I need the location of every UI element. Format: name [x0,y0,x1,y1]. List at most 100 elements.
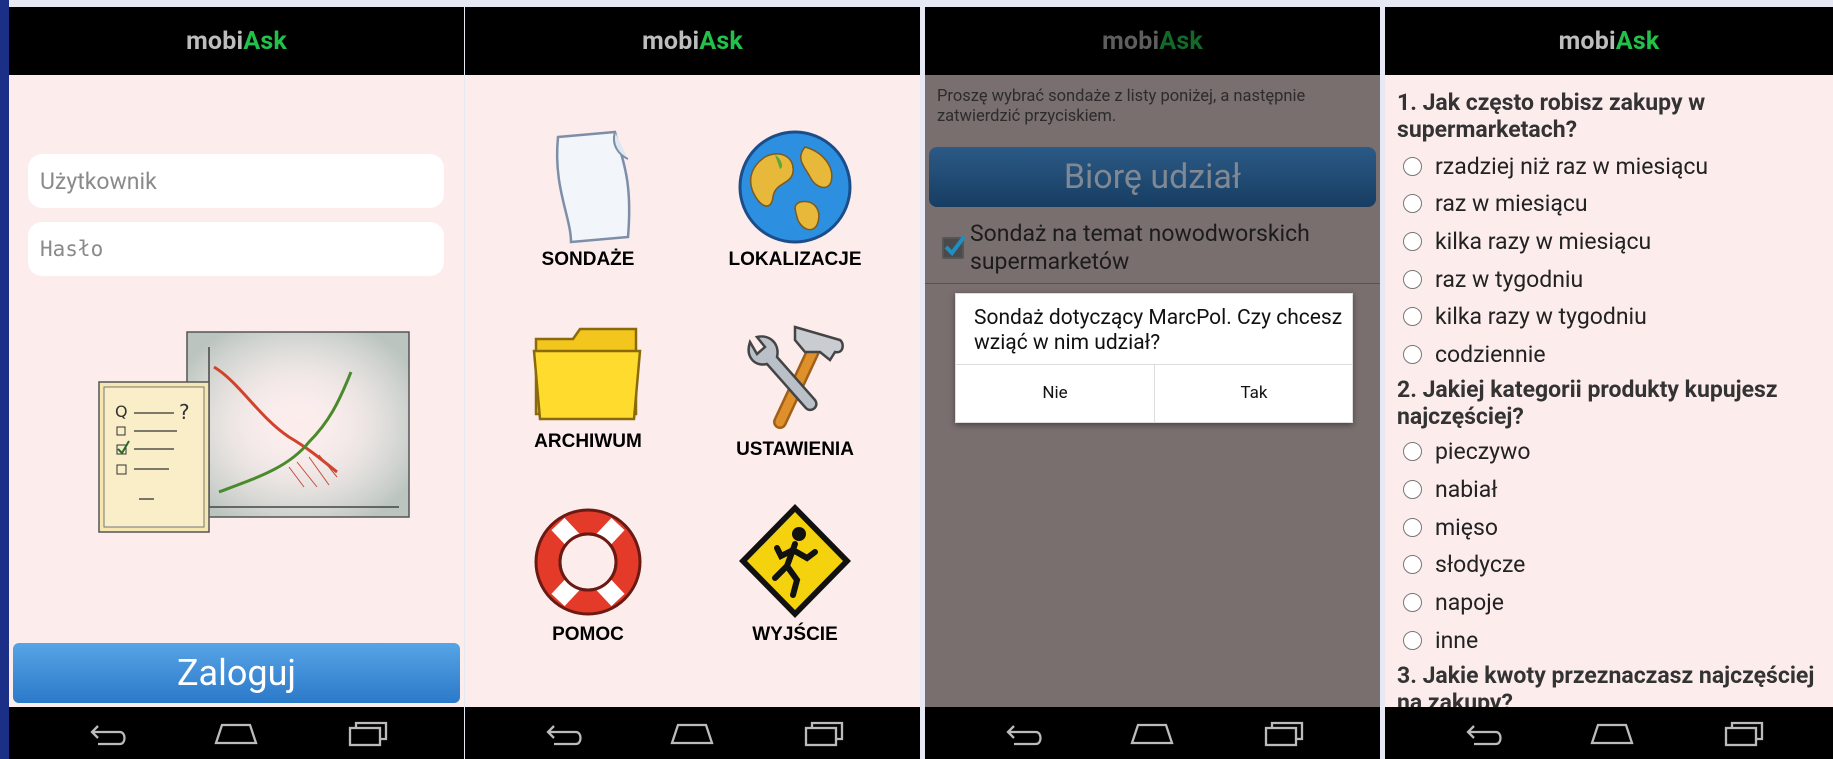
menu-label: SONDAŻE [541,249,635,270]
back-icon[interactable] [1460,717,1508,749]
answer-label: kilka razy w miesiącu [1435,227,1652,255]
survey-item-label[interactable]: Sondaż na temat nowodworskich supermarke… [970,220,1370,276]
answer-label: napoje [1435,588,1504,616]
brand-mobi: mobi [1102,26,1160,56]
answer-option[interactable]: napoje [1403,587,1504,617]
radio-button[interactable] [1403,193,1422,213]
home-icon[interactable] [1588,717,1636,749]
menu-label: ARCHIWUM [534,431,642,452]
nav-bar [465,707,920,759]
app-bar: mobi Ask [925,7,1380,75]
radio-button[interactable] [1403,344,1422,364]
nav-bar [1385,707,1833,759]
dialog-no-button[interactable]: Nie [956,364,1154,422]
menu-label: USTAWIENIA [736,439,854,460]
radio-button[interactable] [1403,269,1422,289]
login-screen: mobi Ask Użytkownik Hasło Q ? Zaloguj [9,7,464,759]
paper-icon [555,130,631,244]
participate-button[interactable]: Biorę udział [929,147,1376,207]
folder-icon [532,327,642,421]
confirm-dialog: Sondaż dotyczący MarcPol. Czy chcesz wzi… [955,293,1353,423]
answer-label: rzadziej niż raz w miesiącu [1435,152,1709,180]
recent-apps-icon[interactable] [1720,717,1768,749]
radio-button[interactable] [1403,479,1422,499]
back-icon[interactable] [84,717,132,749]
brand-ask: Ask [1615,26,1660,56]
svg-text:Q: Q [115,402,128,421]
menu-label: WYJŚCIE [752,624,838,645]
lifebuoy-icon [534,508,642,616]
radio-button[interactable] [1403,441,1422,461]
menu-label: POMOC [552,624,624,645]
answer-option[interactable]: mięso [1403,512,1498,542]
brand-ask: Ask [699,26,743,56]
back-icon[interactable] [540,717,588,749]
login-button[interactable]: Zaloguj [13,643,460,703]
svg-text:?: ? [179,400,190,424]
answer-option[interactable]: rzadziej niż raz w miesiącu [1403,151,1708,181]
home-icon[interactable] [1128,717,1176,749]
menu-item-archiwum[interactable]: ARCHIWUM [488,319,688,479]
recent-apps-icon[interactable] [344,717,392,749]
recent-apps-icon[interactable] [800,717,848,749]
username-field[interactable]: Użytkownik [28,154,444,208]
survey-checkbox[interactable] [942,235,966,259]
brand-mobi: mobi [1558,26,1616,56]
tools-icon [747,325,844,429]
answer-option[interactable]: inne [1403,625,1478,655]
answer-label: raz w miesiącu [1435,189,1588,217]
answer-option[interactable]: nabiał [1403,474,1497,504]
menu-item-wyjscie[interactable]: WYJŚCIE [695,500,895,660]
radio-button[interactable] [1403,554,1422,574]
app-bar: mobi Ask [9,7,464,75]
answer-label: słodycze [1435,550,1526,578]
app-bar: mobi Ask [1385,7,1833,75]
radio-button[interactable] [1403,592,1422,612]
questionnaire-screen: mobi Ask 1. Jak często robisz zakupy w su… [1385,7,1833,759]
radio-button[interactable] [1403,306,1422,326]
survey-chart-illustration: Q ? [98,331,410,533]
dialog-message: Sondaż dotyczący MarcPol. Czy chcesz wzi… [974,306,1343,355]
back-icon[interactable] [1000,717,1048,749]
app-bar: mobi Ask [465,7,920,75]
menu-item-sondaze[interactable]: SONDAŻE [488,127,688,287]
answer-label: codziennie [1435,340,1546,368]
answer-option[interactable]: pieczywo [1403,436,1530,466]
answer-label: inne [1435,626,1479,654]
home-icon[interactable] [668,717,716,749]
brand-mobi: mobi [186,26,244,56]
divider [925,283,1380,284]
question-2: 2. Jakiej kategorii produkty kupujesz na… [1397,376,1778,430]
answer-label: nabiał [1435,475,1498,503]
brand-ask: Ask [1159,26,1203,56]
window-frame [0,0,9,759]
answer-option[interactable]: słodycze [1403,549,1525,579]
answer-option[interactable]: codziennie [1403,339,1546,369]
menu-item-ustawienia[interactable]: USTAWIENIA [695,312,895,472]
question-1: 1. Jak często robisz zakupy w supermarke… [1397,89,1706,143]
answer-option[interactable]: kilka razy w miesiącu [1403,226,1651,256]
radio-button[interactable] [1403,231,1422,251]
menu-item-lokalizacje[interactable]: LOKALIZACJE [695,127,895,287]
home-icon[interactable] [212,717,260,749]
nav-bar [9,707,464,759]
radio-button[interactable] [1403,630,1422,650]
radio-button[interactable] [1403,156,1422,176]
answer-option[interactable]: kilka razy w tygodniu [1403,301,1647,331]
radio-button[interactable] [1403,517,1422,537]
answer-label: raz w tygodniu [1435,265,1584,293]
dialog-yes-button[interactable]: Tak [1155,364,1353,422]
main-menu-screen: mobi Ask SONDAŻE LOKALIZACJE ARCHIWUM US… [465,7,920,759]
answer-label: kilka razy w tygodniu [1435,302,1647,330]
answer-option[interactable]: raz w miesiącu [1403,188,1588,218]
nav-bar [925,707,1380,759]
answer-option[interactable]: raz w tygodniu [1403,264,1583,294]
globe-icon [738,130,852,244]
password-field[interactable]: Hasło [28,222,444,276]
survey-list-screen: mobi Ask Proszę wybrać sondaże z listy po… [925,7,1380,759]
recent-apps-icon[interactable] [1260,717,1308,749]
answer-label: pieczywo [1435,437,1531,465]
menu-item-pomoc[interactable]: POMOC [488,502,688,662]
instruction-text: Proszę wybrać sondaże z listy poniżej, a… [937,87,1306,126]
check-icon [944,235,966,257]
